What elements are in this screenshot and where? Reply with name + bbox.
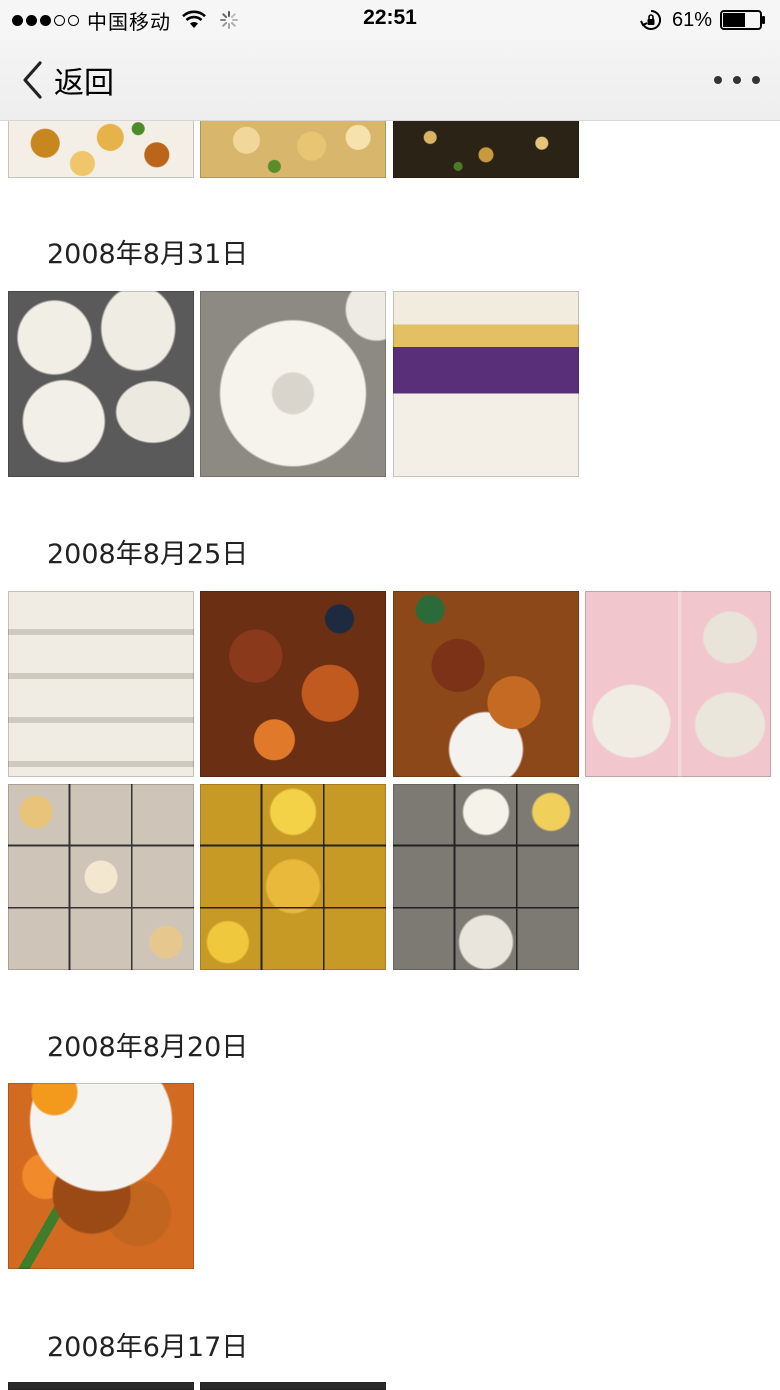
photo-thumbnail[interactable] [8, 784, 194, 970]
rotation-lock-icon [640, 9, 662, 30]
status-right: 61% [640, 6, 766, 34]
photo-thumbnail[interactable] [200, 784, 386, 970]
photo-thumbnail[interactable] [200, 591, 386, 777]
photo-thumbnail[interactable] [8, 120, 194, 178]
photo-album-list: 2008年8月31日 2008年8月25日 2008年8月20日 2008年6月… [0, 0, 780, 1390]
section-date-header: 2008年6月17日 [47, 1332, 249, 1363]
back-label: 返回 [54, 66, 114, 101]
photo-thumbnail[interactable] [393, 120, 579, 178]
more-dot [733, 76, 741, 84]
photo-thumbnail[interactable] [585, 591, 771, 777]
photo-thumbnail[interactable] [200, 120, 386, 178]
more-options-button[interactable] [714, 64, 760, 96]
photo-thumbnail[interactable] [200, 1382, 386, 1390]
more-dot [752, 76, 760, 84]
chevron-left-icon [23, 61, 42, 99]
section-date-header: 2008年8月25日 [47, 539, 249, 570]
photo-thumbnail[interactable] [8, 1083, 194, 1269]
section-date-header: 2008年8月31日 [47, 239, 249, 270]
status-bar: 中国移动 22:51 61% [0, 0, 780, 40]
photo-thumbnail[interactable] [8, 591, 194, 777]
photo-thumbnail[interactable] [393, 291, 579, 477]
photo-thumbnail[interactable] [200, 291, 386, 477]
photo-thumbnail[interactable] [393, 784, 579, 970]
battery-icon [720, 10, 765, 30]
photo-thumbnail[interactable] [8, 1382, 194, 1390]
back-button[interactable]: 返回 [20, 58, 114, 102]
more-dot [714, 76, 722, 84]
battery-percent: 61% [671, 8, 712, 31]
photo-thumbnail[interactable] [8, 291, 194, 477]
navigation-bar: 返回 [0, 40, 780, 121]
section-date-header: 2008年8月20日 [47, 1032, 249, 1063]
photo-thumbnail[interactable] [393, 591, 579, 777]
